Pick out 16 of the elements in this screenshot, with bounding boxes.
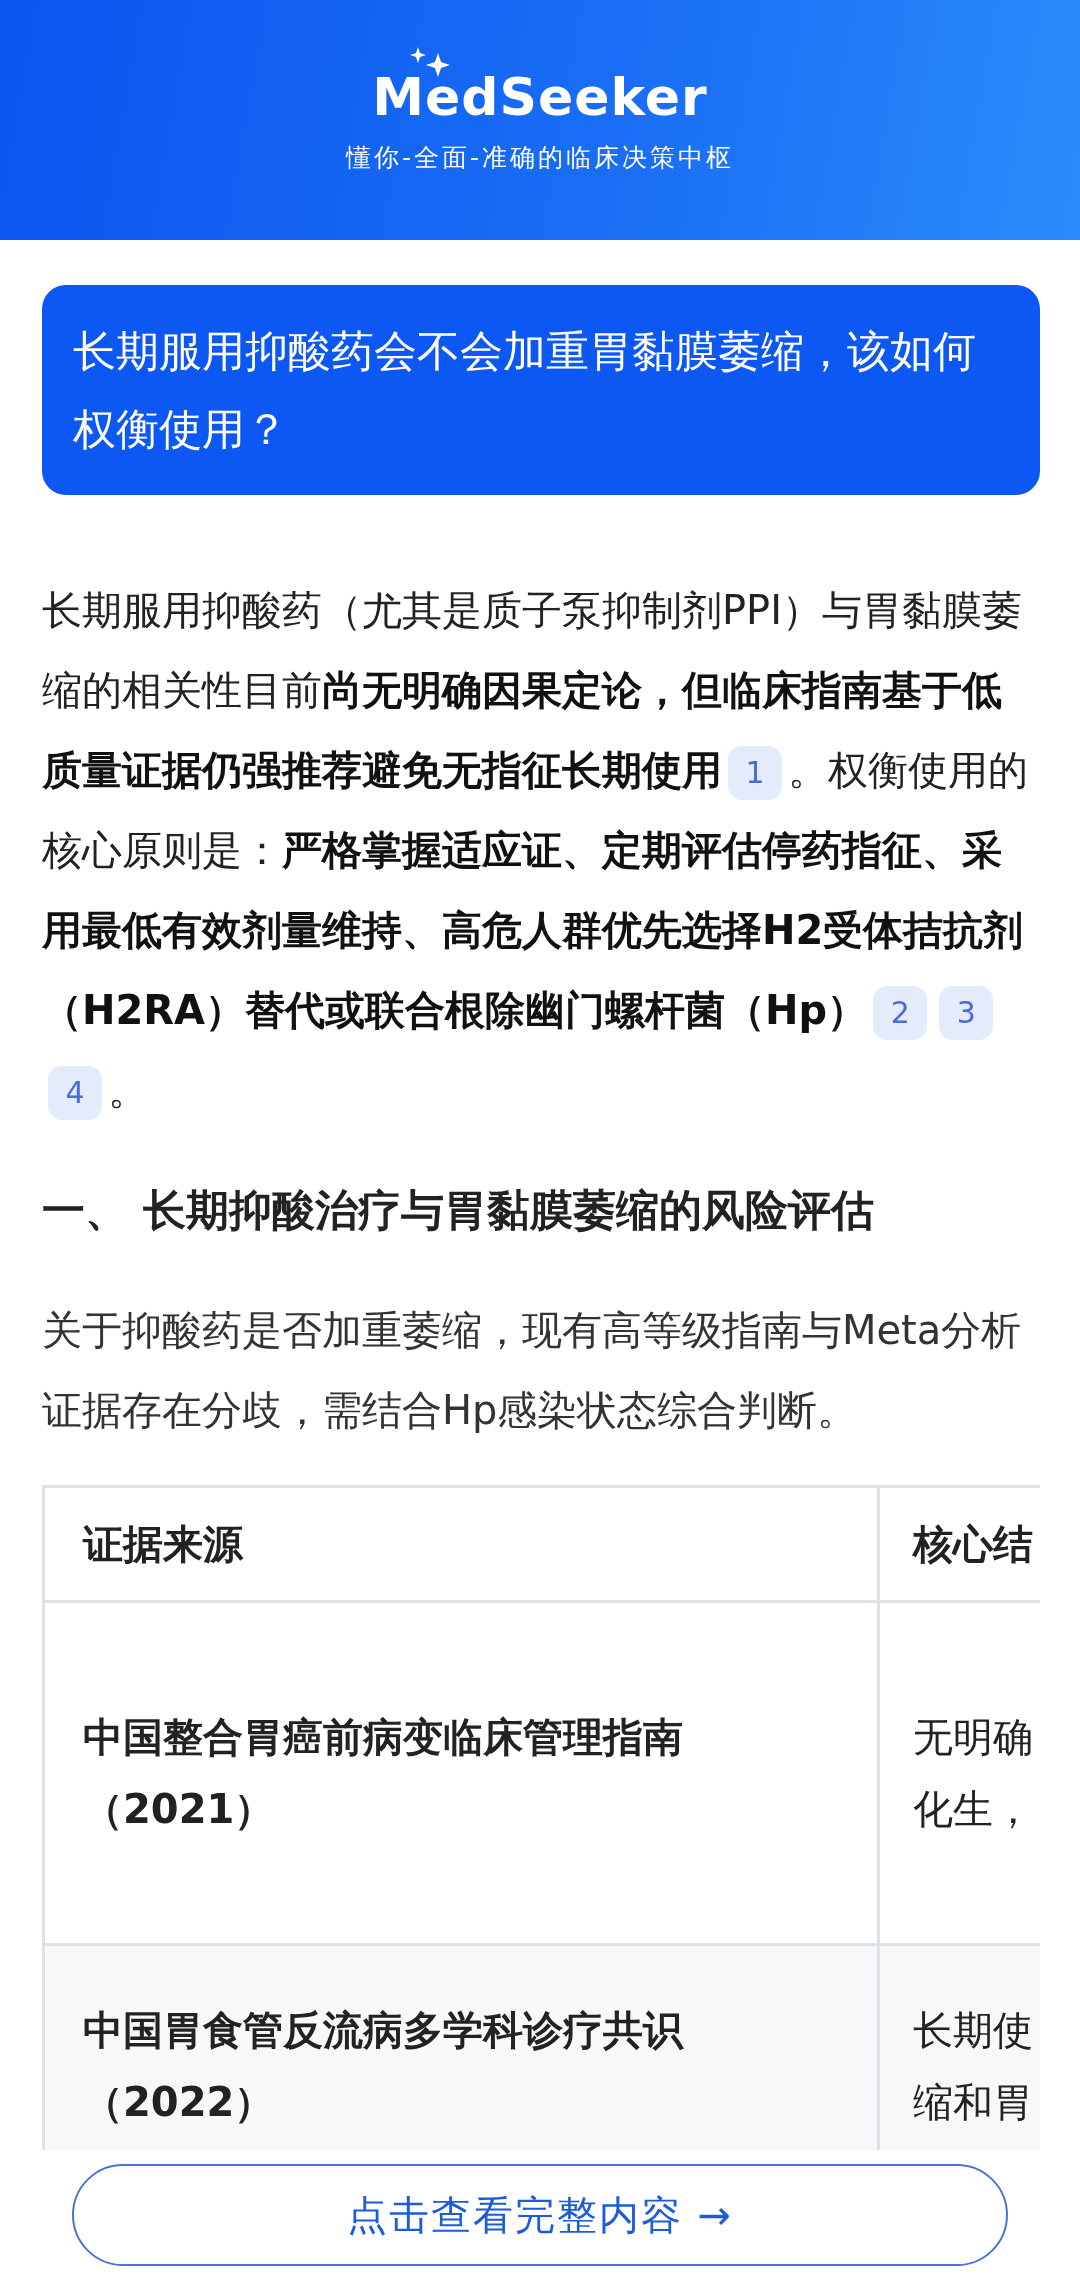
question-bubble: 长期服用抑酸药会不会加重胃黏膜萎缩，该如何权衡使用？	[42, 285, 1040, 495]
section-text: 关于抑酸药是否加重萎缩，现有高等级指南与Meta分析证据存在分歧，需结合Hp感染状态综合判断。	[42, 1306, 1023, 1435]
answer-paragraph: 长期服用抑酸药（尤其是质子泵抑制剂PPI）与胃黏膜萎缩的相关性目前尚无明确因果定论，但临床指南基于低质量证据仍强推荐避免无指征长期使用 1 。权衡使用的核心原则是：严格掌握适应证、定期评估停药指征、采用最低有效剂量维持、高危人群优先选择H2受体拮抗剂（H2RA）替代或联合根除幽门螺杆菌（Hp） 2 3 4 。	[42, 570, 1040, 1130]
citation-tag[interactable]: 4	[48, 1066, 102, 1120]
table-cell: 无明确 化生，	[877, 1603, 1040, 1943]
table-cell-text: 中国整合胃癌前病变临床管理指南（2021）	[82, 1713, 684, 1834]
column-header: 核心结	[877, 1488, 1040, 1600]
logo: MedSeeker	[372, 66, 708, 127]
tagline: 懂你-全面-准确的临床决策中枢	[345, 141, 734, 174]
section-heading: 一、 长期抑酸治疗与胃黏膜萎缩的风险评估	[42, 1184, 875, 1237]
view-full-button[interactable]: 点击查看完整内容 →	[72, 2164, 1008, 2266]
column-header: 证据来源	[81, 1520, 245, 1569]
citation-tag[interactable]: 1	[728, 746, 782, 800]
table-cell-text: 中国胃食管反流病多学科诊疗共识（2022）	[82, 2006, 685, 2127]
citation-tag[interactable]: 2	[873, 986, 928, 1040]
citation-tag[interactable]: 3	[939, 986, 994, 1040]
